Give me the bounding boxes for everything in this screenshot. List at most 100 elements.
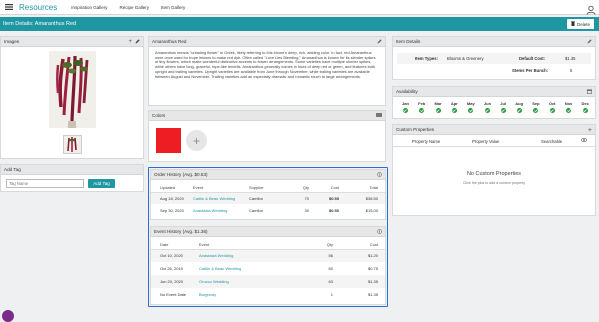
order-supplier: Camflor: [249, 195, 264, 201]
table-row[interactable]: Sep 30, 2020 Anastasia Wedding Camflor 3…: [151, 204, 385, 216]
item-details-panel: Item Details Item Types: Blooms & Greene…: [392, 36, 596, 80]
page-title-bar: Item Details: Amaranthus Red Delete: [0, 17, 599, 31]
calendar-icon[interactable]: [587, 89, 592, 96]
hamburger-menu-icon[interactable]: [1, 0, 17, 15]
month-label: Feb: [418, 101, 426, 106]
col-total: Total: [369, 184, 378, 190]
event-qty: 56: [328, 253, 333, 259]
item-types-label: Item Types:: [415, 56, 438, 61]
color-swatch-red[interactable]: [156, 128, 181, 153]
order-history-table: Updated Event Supplier Qty Cost Total Au…: [151, 183, 385, 216]
info-icon[interactable]: [377, 171, 382, 179]
month-label: Nov: [564, 101, 573, 106]
table-row[interactable]: No Event Date Burgundy 1 $1.35: [151, 288, 385, 301]
order-updated: Sep 30, 2020: [160, 207, 184, 213]
order-qty: 70: [304, 195, 309, 201]
eye-icon[interactable]: [580, 138, 588, 143]
order-total: $15.00: [365, 207, 378, 213]
table-row[interactable]: Oct 26, 2019 Caitlin & Beau Wedding 60 $…: [151, 262, 385, 275]
images-panel: Images +: [0, 36, 144, 159]
edit-item-details-icon[interactable]: [587, 38, 592, 46]
colors-panel: Colors +: [148, 110, 386, 162]
add-custom-property-icon[interactable]: +: [588, 127, 592, 134]
availability-title: Availability: [396, 89, 418, 94]
month-jul: Jul: [500, 101, 506, 113]
month-label: Oct: [548, 101, 556, 106]
event-cost: $1.20: [367, 253, 378, 259]
description-text: Amaranthus means "unfading flower" in Gr…: [155, 50, 376, 79]
nav-inspiration-gallery[interactable]: Inspiration Gallery: [71, 5, 107, 10]
add-image-icon[interactable]: +: [128, 39, 132, 45]
help-widget-icon[interactable]: [2, 310, 14, 322]
event-history-table: Date Event Qty Cost Oct 10, 2020 Anastas…: [151, 240, 385, 301]
edit-images-icon[interactable]: [135, 38, 140, 46]
tag-name-input[interactable]: [6, 179, 84, 188]
check-icon: [582, 108, 588, 113]
add-tag-panel-title: Add Tag: [4, 167, 21, 172]
check-icon: [468, 108, 474, 113]
description-panel: Amaranthus Red Amaranthus means "unfadin…: [148, 36, 386, 106]
add-tag-button[interactable]: Add Tag: [88, 179, 115, 188]
image-thumbnail[interactable]: [63, 135, 82, 154]
main-product-image[interactable]: [49, 51, 96, 128]
nav-item-gallery[interactable]: Item Gallery: [161, 5, 185, 10]
nav-recipe-gallery[interactable]: Recipe Gallery: [120, 5, 150, 10]
event-link[interactable]: Burgundy: [197, 288, 307, 301]
month-jun: Jun: [484, 101, 491, 113]
table-row[interactable]: Aug 18, 2020 Caitlin & Beau Wedding Camf…: [151, 192, 385, 204]
check-icon: [402, 108, 408, 113]
user-account-icon[interactable]: [586, 2, 596, 15]
check-icon: [516, 108, 522, 113]
stems-per-bunch-value: 5: [570, 68, 573, 73]
event-history-title: Event History (Avg. $1.36): [154, 229, 208, 234]
plus-icon: +: [192, 133, 200, 148]
event-date: Jun 20, 2020: [160, 279, 184, 284]
month-oct: Oct: [549, 101, 556, 113]
month-may: May: [467, 101, 475, 113]
event-history-panel: Event History (Avg. $1.36) Date Event Qt…: [150, 226, 386, 305]
top-nav-bar: Resources Inspiration Gallery Recipe Gal…: [0, 0, 599, 15]
event-link[interactable]: Caitlin & Beau Wedding: [197, 262, 307, 275]
event-qty: 1: [330, 292, 333, 297]
stems-per-bunch-label: Stems Per Bunch:: [512, 68, 549, 73]
month-sep: Sep: [532, 101, 540, 113]
month-label: Sep: [532, 101, 540, 106]
delete-button[interactable]: Delete: [567, 19, 594, 29]
month-apr: Apr: [451, 101, 458, 113]
default-cost-value: $1.35: [565, 56, 576, 61]
page-title: Item Details: Amaranthus Red: [3, 21, 77, 27]
table-row[interactable]: Jun 20, 2020 Orozco Wedding 63 $1.35: [151, 275, 385, 288]
event-cost: $0.75: [367, 266, 378, 271]
check-icon: [451, 108, 457, 113]
colors-panel-settings-icon[interactable]: [376, 113, 382, 119]
month-label: Jul: [500, 101, 507, 106]
month-dec: Dec: [582, 101, 589, 113]
event-link[interactable]: Orozco Wedding: [197, 275, 307, 288]
month-label: Apr: [450, 101, 458, 106]
month-nov: Nov: [564, 101, 573, 113]
table-row[interactable]: Oct 10, 2020 Anastasia Wedding 56 $1.20: [151, 249, 385, 262]
order-event-link[interactable]: Anastasia Wedding: [191, 204, 247, 216]
colors-panel-title: Colors: [152, 113, 166, 118]
event-date: Oct 26, 2019: [160, 266, 183, 271]
order-total: $38.50: [365, 195, 378, 201]
event-link[interactable]: Anastasia Wedding: [197, 249, 307, 262]
order-event-link[interactable]: Caitlin & Beau Wedding: [191, 192, 247, 204]
month-feb: Feb: [418, 101, 425, 113]
order-cost: $0.55: [328, 195, 339, 201]
images-panel-title: Images: [4, 39, 20, 44]
check-icon: [533, 108, 539, 113]
add-color-button[interactable]: +: [186, 130, 207, 151]
add-tag-panel: Add Tag Add Tag: [0, 164, 144, 192]
edit-description-icon[interactable]: [377, 38, 382, 46]
info-icon[interactable]: [377, 228, 382, 236]
month-label: Jun: [483, 101, 492, 106]
event-qty: 63: [328, 279, 333, 284]
col-qty: Qty: [302, 184, 309, 190]
month-mar: Mar: [434, 101, 442, 113]
item-types-value: Blooms & Greenery: [447, 56, 484, 61]
brand-title[interactable]: Resources: [19, 3, 57, 12]
custom-properties-title: Custom Properties: [396, 127, 435, 132]
event-qty: 60: [328, 266, 333, 271]
description-panel-title: Amaranthus Red: [152, 39, 187, 44]
